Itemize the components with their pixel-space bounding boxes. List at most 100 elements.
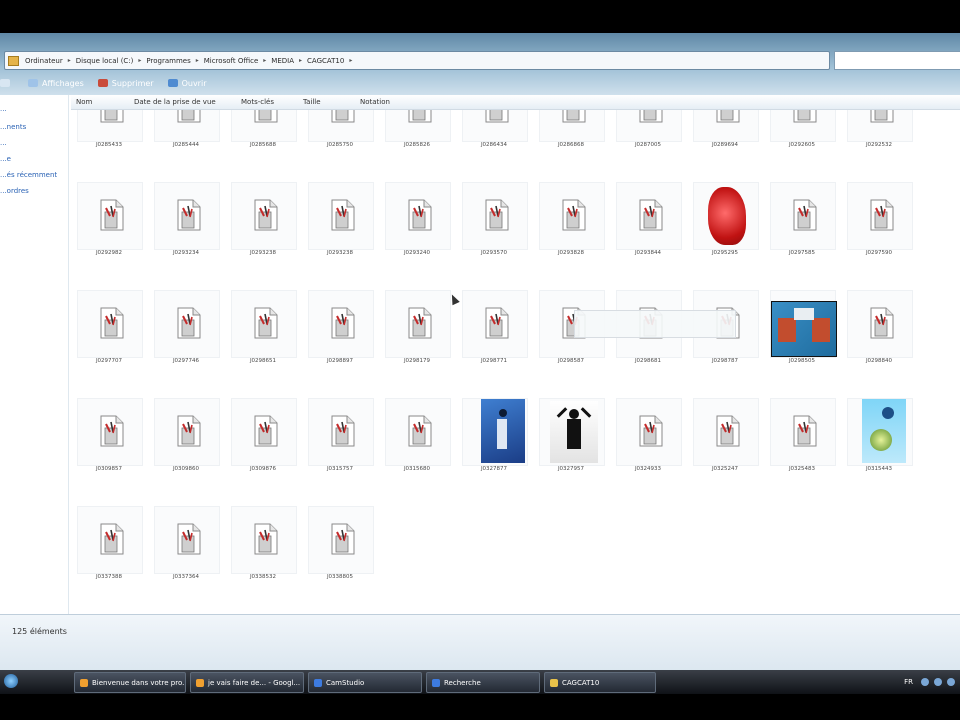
file-tile[interactable]: J0286434 (458, 110, 530, 170)
file-tile[interactable]: J0298505 (766, 290, 838, 386)
file-thumbnail[interactable] (308, 182, 374, 250)
file-tile[interactable]: J0298840 (843, 290, 915, 386)
file-tile[interactable]: J0338805 (304, 506, 376, 602)
file-tile[interactable]: J0293238 (227, 182, 299, 278)
file-tile[interactable]: J0298179 (381, 290, 453, 386)
breadcrumb[interactable]: Microsoft Office (202, 57, 261, 65)
file-tile[interactable]: J0297585 (766, 182, 838, 278)
file-tile[interactable]: J0315757 (304, 398, 376, 494)
volume-icon[interactable] (934, 678, 942, 686)
file-thumbnail[interactable] (154, 398, 220, 466)
file-thumbnail[interactable] (462, 110, 528, 142)
file-thumbnail[interactable] (693, 398, 759, 466)
column-header[interactable]: Notation (360, 98, 390, 106)
column-header[interactable]: Taille (303, 98, 321, 106)
file-thumbnail[interactable] (154, 290, 220, 358)
taskbar-button[interactable]: Bienvenue dans votre pro... (74, 672, 186, 693)
file-thumbnail[interactable] (308, 506, 374, 574)
file-tile[interactable]: J0287005 (612, 110, 684, 170)
file-thumbnail[interactable] (77, 290, 143, 358)
file-thumbnail[interactable] (616, 110, 682, 142)
file-tile[interactable]: J0337388 (73, 506, 145, 602)
file-tile[interactable]: J0285750 (304, 110, 376, 170)
file-thumbnail[interactable] (231, 506, 297, 574)
file-tile[interactable]: J0309876 (227, 398, 299, 494)
file-thumbnail[interactable] (154, 182, 220, 250)
file-thumbnail[interactable] (539, 398, 605, 466)
file-thumbnail[interactable] (847, 182, 913, 250)
nav-link[interactable]: ...nents (0, 123, 26, 131)
file-thumbnail[interactable] (847, 398, 913, 466)
breadcrumb[interactable]: MEDIA (269, 57, 296, 65)
file-tile[interactable]: J0293240 (381, 182, 453, 278)
file-tile[interactable]: J0297707 (73, 290, 145, 386)
file-tile[interactable]: J0325247 (689, 398, 761, 494)
file-tile[interactable]: J0315680 (381, 398, 453, 494)
organize-button[interactable] (0, 79, 14, 87)
file-tile[interactable]: J0297590 (843, 182, 915, 278)
column-header[interactable]: Nom (76, 98, 92, 106)
file-thumbnail[interactable] (77, 506, 143, 574)
file-tile[interactable]: J0338532 (227, 506, 299, 602)
nav-link[interactable]: ...e (0, 155, 11, 163)
views-button[interactable]: Affichages (28, 79, 84, 88)
file-tile[interactable]: J0298787 (689, 290, 761, 386)
file-thumbnail[interactable] (385, 398, 451, 466)
file-thumbnail[interactable] (77, 182, 143, 250)
file-thumbnail[interactable] (539, 182, 605, 250)
nav-link[interactable]: ...ordres (0, 187, 29, 195)
file-tile[interactable]: J0327877 (458, 398, 530, 494)
file-thumbnail[interactable] (308, 110, 374, 142)
clock-icon[interactable] (947, 678, 955, 686)
language-indicator[interactable]: FR (904, 678, 913, 686)
taskbar-button[interactable]: CamStudio (308, 672, 422, 693)
nav-link[interactable]: ...és récemment (0, 171, 57, 179)
file-tile[interactable]: J0298897 (304, 290, 376, 386)
file-tile[interactable]: J0292532 (843, 110, 915, 170)
nav-link[interactable]: ... (0, 105, 7, 113)
file-thumbnail[interactable] (770, 398, 836, 466)
file-thumbnail[interactable] (693, 182, 759, 250)
file-tile[interactable]: J0293238 (304, 182, 376, 278)
file-tile[interactable]: J0293844 (612, 182, 684, 278)
taskbar-button[interactable]: je vais faire de... - Googl... (190, 672, 304, 693)
delete-button[interactable]: Supprimer (97, 79, 154, 88)
file-tile[interactable]: J0309860 (150, 398, 222, 494)
file-tile[interactable]: J0298651 (227, 290, 299, 386)
file-thumbnail[interactable] (693, 110, 759, 142)
search-input[interactable] (834, 51, 960, 70)
file-tile[interactable]: J0285688 (227, 110, 299, 170)
file-thumbnail[interactable] (462, 182, 528, 250)
file-tile[interactable]: J0292982 (73, 182, 145, 278)
network-icon[interactable] (921, 678, 929, 686)
file-tile[interactable]: J0337364 (150, 506, 222, 602)
file-thumbnail[interactable] (616, 398, 682, 466)
file-thumbnail[interactable] (154, 110, 220, 142)
file-thumbnail[interactable] (231, 290, 297, 358)
file-tile[interactable]: J0295295 (689, 182, 761, 278)
file-thumbnail[interactable] (385, 290, 451, 358)
file-thumbnail[interactable] (462, 290, 528, 358)
file-tile[interactable]: J0325483 (766, 398, 838, 494)
file-thumbnail[interactable] (385, 110, 451, 142)
breadcrumb[interactable]: Ordinateur (23, 57, 65, 65)
file-tile[interactable]: J0309857 (73, 398, 145, 494)
start-button-icon[interactable] (4, 674, 18, 688)
file-tile[interactable]: J0298771 (458, 290, 530, 386)
file-tile[interactable]: J0293234 (150, 182, 222, 278)
file-tile[interactable]: J0324933 (612, 398, 684, 494)
breadcrumb[interactable]: Programmes (144, 57, 192, 65)
file-tile[interactable]: J0285444 (150, 110, 222, 170)
breadcrumb[interactable]: Disque local (C:) (74, 57, 136, 65)
file-thumbnail[interactable] (231, 398, 297, 466)
file-thumbnail[interactable] (231, 182, 297, 250)
file-tile[interactable]: J0286868 (535, 110, 607, 170)
file-tile[interactable]: J0297746 (150, 290, 222, 386)
file-thumbnail[interactable] (77, 110, 143, 142)
file-thumbnail[interactable] (154, 506, 220, 574)
file-thumbnail[interactable] (462, 398, 528, 466)
column-header[interactable]: Date de la prise de vue (134, 98, 216, 106)
file-thumbnail[interactable] (616, 182, 682, 250)
file-thumbnail[interactable] (308, 290, 374, 358)
file-thumbnail[interactable] (847, 290, 913, 358)
